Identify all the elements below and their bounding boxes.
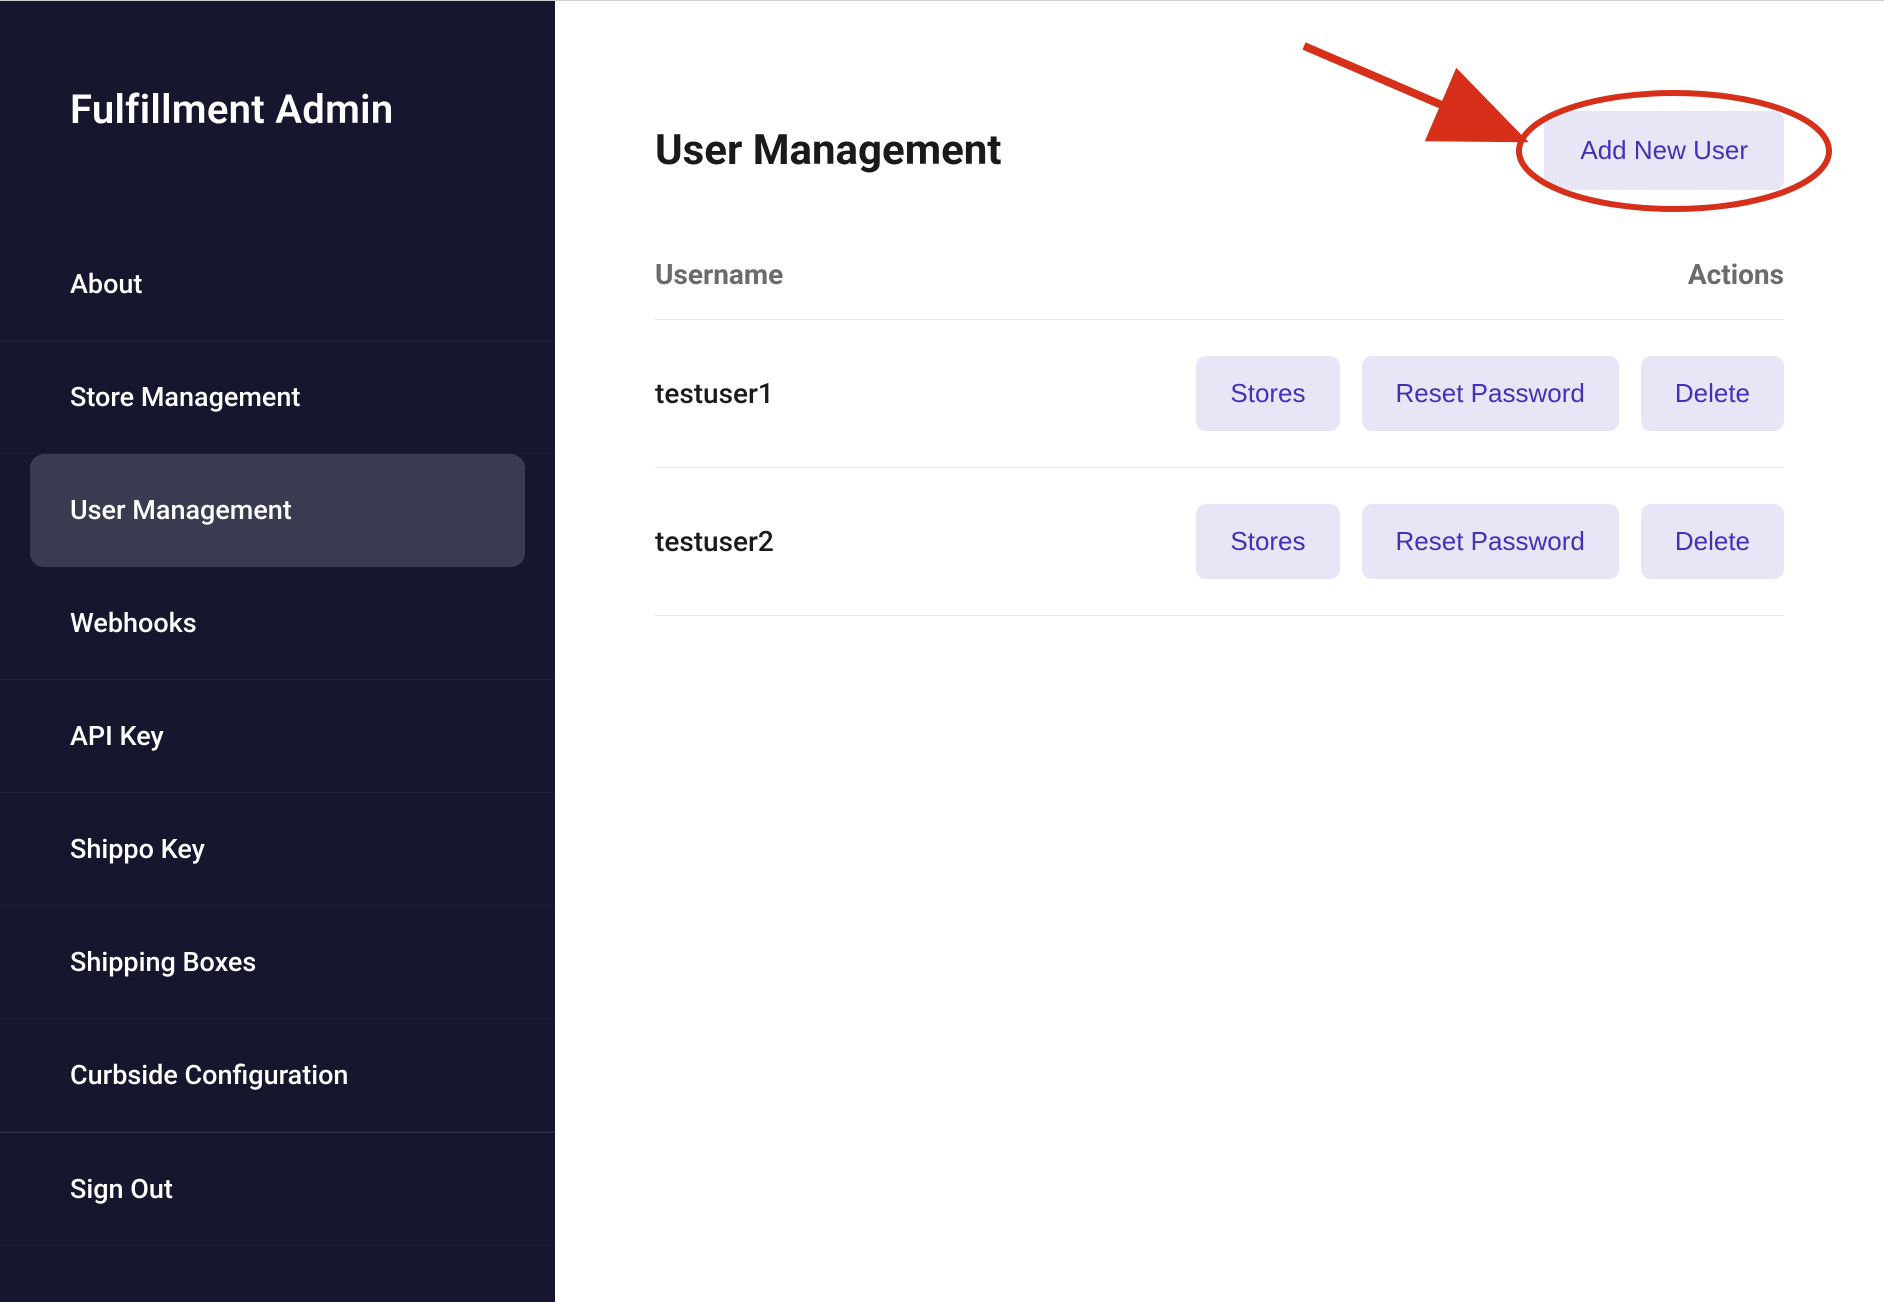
reset-password-button[interactable]: Reset Password [1362, 356, 1619, 431]
sidebar-item-webhooks[interactable]: Webhooks [0, 567, 555, 680]
stores-button[interactable]: Stores [1196, 356, 1339, 431]
sidebar-title: Fulfillment Admin [0, 86, 555, 228]
sidebar-item-api-key[interactable]: API Key [0, 680, 555, 793]
sidebar-item-label: User Management [70, 494, 292, 526]
sidebar-item-label: API Key [70, 720, 164, 752]
sidebar-item-shippo-key[interactable]: Shippo Key [0, 793, 555, 906]
username-cell: testuser2 [655, 525, 774, 558]
sidebar-item-store-management[interactable]: Store Management [0, 341, 555, 454]
annotation-arrow-icon [1284, 26, 1564, 186]
delete-button[interactable]: Delete [1641, 504, 1784, 579]
reset-password-button[interactable]: Reset Password [1362, 504, 1619, 579]
sidebar-item-user-management[interactable]: User Management [30, 454, 525, 567]
sidebar-item-label: Curbside Configuration [70, 1059, 348, 1091]
page-title: User Management [655, 126, 1002, 175]
sidebar: Fulfillment Admin About Store Management… [0, 1, 555, 1302]
sidebar-item-about[interactable]: About [0, 228, 555, 341]
delete-button[interactable]: Delete [1641, 356, 1784, 431]
sidebar-item-curbside-configuration[interactable]: Curbside Configuration [0, 1019, 555, 1132]
actions-cell: Stores Reset Password Delete [1196, 504, 1784, 579]
page-header: User Management Add New User [655, 111, 1784, 190]
column-header-actions: Actions [1688, 258, 1784, 291]
table-header: Username Actions [655, 258, 1784, 320]
sidebar-item-label: Sign Out [70, 1173, 173, 1205]
sidebar-item-label: Shippo Key [70, 833, 205, 865]
sidebar-item-label: Shipping Boxes [70, 946, 256, 978]
column-header-username: Username [655, 258, 783, 291]
users-table: Username Actions testuser1 Stores Reset … [655, 258, 1784, 616]
table-row: testuser1 Stores Reset Password Delete [655, 320, 1784, 468]
sidebar-item-label: Webhooks [70, 607, 197, 639]
add-new-user-button[interactable]: Add New User [1544, 111, 1784, 190]
table-row: testuser2 Stores Reset Password Delete [655, 468, 1784, 616]
stores-button[interactable]: Stores [1196, 504, 1339, 579]
username-cell: testuser1 [655, 377, 774, 410]
sidebar-item-sign-out[interactable]: Sign Out [0, 1132, 555, 1246]
add-button-wrapper: Add New User [1544, 111, 1784, 190]
sidebar-item-label: About [70, 268, 142, 300]
sidebar-item-label: Store Management [70, 381, 300, 413]
actions-cell: Stores Reset Password Delete [1196, 356, 1784, 431]
main-content: User Management Add New User Username Ac… [555, 1, 1884, 1302]
sidebar-item-shipping-boxes[interactable]: Shipping Boxes [0, 906, 555, 1019]
